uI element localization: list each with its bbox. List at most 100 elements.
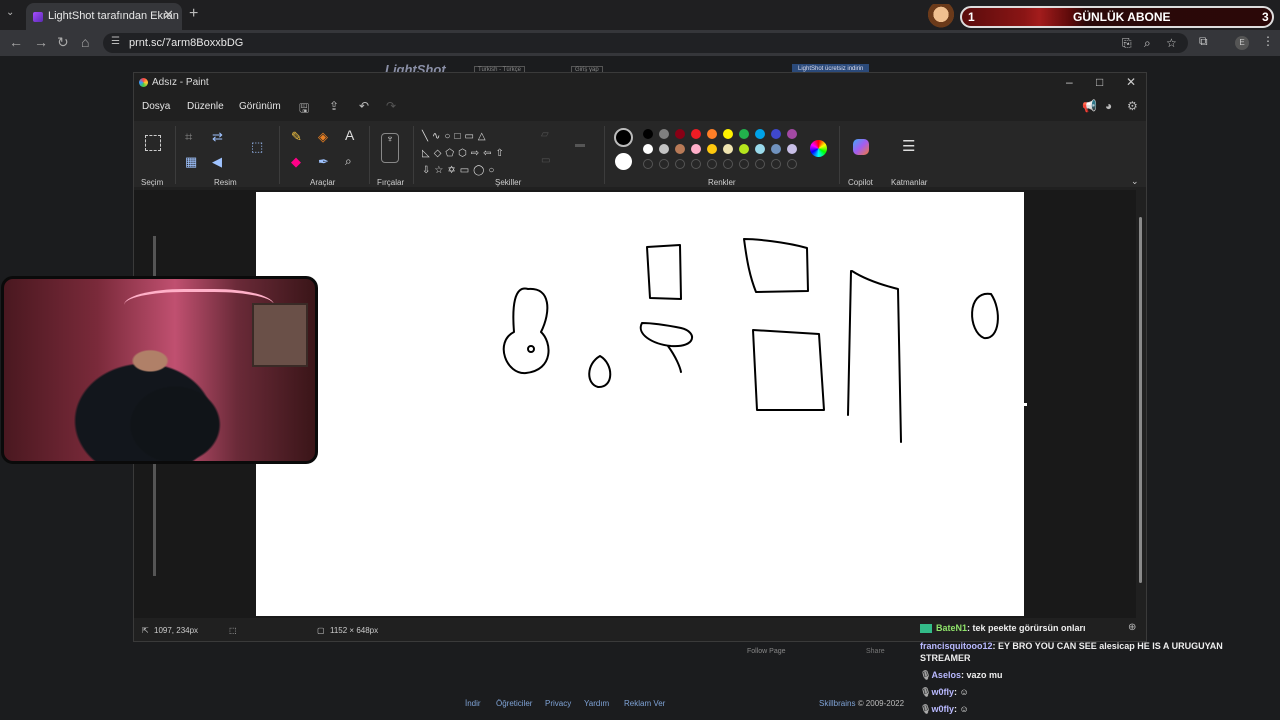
color-swatch[interactable] [659,129,669,139]
address-bar[interactable]: ☰ prnt.sc/7arm8BoxxbDG ⎘ ⌕ ☆ [103,33,1188,53]
magnifier-icon[interactable]: ⌕ [345,154,352,169]
footer-link-download[interactable]: İndir [465,699,481,708]
menu-icon[interactable]: ⋮ [1262,34,1274,48]
fill-icon[interactable]: ▭ [541,155,550,166]
close-icon[interactable]: ✕ [1126,75,1136,89]
extensions-icon[interactable]: ⧉ [1199,34,1208,49]
edit-colors-icon[interactable] [810,140,827,157]
color-swatch[interactable] [675,144,685,154]
drawing-canvas[interactable] [256,192,1024,616]
tab-list-icon[interactable]: ⌄ [6,7,14,18]
rotate-icon[interactable]: ⇄ [212,129,223,145]
selection-tool-icon[interactable] [145,135,161,151]
color-swatch[interactable] [787,129,797,139]
pencil-icon[interactable]: ✎ [291,129,302,145]
color-swatch[interactable] [739,144,749,154]
color-swatch[interactable] [723,129,733,139]
color-swatch[interactable] [755,144,765,154]
color-swatch[interactable] [723,144,733,154]
settings-gear-icon[interactable]: ⚙ [1127,99,1138,113]
outline-icon[interactable]: ▱ [541,129,549,140]
crop-icon[interactable]: ⌗ [185,129,192,145]
reload-icon[interactable]: ↻ [57,34,69,51]
custom-color-slot[interactable] [659,159,669,169]
custom-color-slot[interactable] [691,159,701,169]
redo-icon[interactable]: ↷ [386,99,396,113]
feedback-icon[interactable]: 📢 [1082,99,1097,113]
install-icon[interactable]: ⎘ [1122,36,1132,51]
collapse-ribbon-icon[interactable]: ⌄ [1131,176,1139,187]
custom-color-slot[interactable] [723,159,733,169]
layers-icon[interactable]: ☰ [902,137,915,155]
color-swatch[interactable] [771,144,781,154]
color-swatch[interactable] [787,144,797,154]
account-icon[interactable]: ◕ [1105,99,1112,113]
color-swatch[interactable] [771,129,781,139]
back-icon[interactable]: ← [9,34,23,50]
minimize-icon[interactable]: – [1066,75,1073,89]
brush-icon[interactable]: ♆ [381,133,399,163]
selection-size-icon: ⬚ [229,626,237,635]
vertical-scrollbar[interactable] [1139,195,1144,613]
color-swatch[interactable] [707,144,717,154]
new-tab-icon[interactable]: + [189,5,198,23]
profile-icon[interactable]: E [1235,36,1249,50]
scrollbar-thumb[interactable] [1139,217,1142,583]
footer-link-tutorials[interactable]: Öğreticiler [496,699,532,708]
color-swatch[interactable] [691,129,701,139]
color-swatch[interactable] [643,144,653,154]
home-icon[interactable]: ⌂ [81,34,89,50]
color-swatch[interactable] [691,144,701,154]
image-select-icon[interactable]: ⬚ [251,139,263,155]
line-shape-icon[interactable]: ╲∿○□▭△ [422,131,490,142]
undo-icon[interactable]: ↶ [359,99,369,113]
menu-edit[interactable]: Düzenle [187,101,224,112]
resize-icon[interactable]: ▦ [185,154,197,170]
custom-color-slot[interactable] [787,159,797,169]
share-icon[interactable]: ⇪ [329,99,339,113]
footer-link-privacy[interactable]: Privacy [545,699,571,708]
custom-color-slot[interactable] [739,159,749,169]
flip-icon[interactable]: ◀ [212,154,222,170]
footer-link-advertise[interactable]: Reklam Ver [624,699,665,708]
footer-link-help[interactable]: Yardım [584,699,609,708]
fill-bucket-icon[interactable]: ◈ [318,129,328,145]
custom-color-slot[interactable] [771,159,781,169]
maximize-icon[interactable]: □ [1096,75,1103,89]
browser-tab[interactable]: LightShot tarafından Ekran Görü [26,3,182,30]
bookmark-star-icon[interactable]: ☆ [1166,36,1177,50]
color-swatch[interactable] [643,129,653,139]
follow-page-button[interactable]: Follow Page [747,648,786,655]
color-picker-icon[interactable]: ✒ [318,154,329,170]
shapes-gallery[interactable]: ╲∿○□▭△ ◺◇⬠⬡⇨⇦⇧ ⇩☆✡▭◯○ [422,127,532,178]
site-info-icon[interactable]: ☰ [111,36,120,47]
chat-zoom-icon[interactable]: ⊕ [1128,622,1136,633]
custom-color-slot[interactable] [675,159,685,169]
eraser-icon[interactable]: ◆ [291,154,301,170]
share-button[interactable]: Share [866,648,885,655]
secondary-color-swatch[interactable] [615,153,632,170]
footer-brand-link[interactable]: Skillbrains [819,699,855,708]
color-swatch[interactable] [675,129,685,139]
arrow-shape-icon[interactable]: ⇩☆✡▭◯○ [422,165,498,176]
menu-view[interactable]: Görünüm [239,101,281,112]
primary-color-swatch[interactable] [614,128,633,147]
custom-color-slot[interactable] [643,159,653,169]
color-swatch[interactable] [707,129,717,139]
menu-file[interactable]: Dosya [142,101,170,112]
color-swatch[interactable] [739,129,749,139]
custom-color-slot[interactable] [755,159,765,169]
save-icon[interactable]: 🖫 [299,99,309,120]
copilot-icon[interactable] [853,139,869,155]
custom-color-slot[interactable] [707,159,717,169]
zoom-icon[interactable]: ⌕ [1144,36,1151,51]
polygon-shape-icon[interactable]: ◺◇⬠⬡⇨⇦⇧ [422,148,508,159]
text-tool-icon[interactable]: A [345,127,354,143]
forward-icon[interactable]: → [34,34,48,50]
color-swatch[interactable] [755,129,765,139]
footer-copy-text: © 2009-2022 [855,699,905,708]
color-swatch[interactable] [659,144,669,154]
canvas-resize-handle[interactable] [1024,403,1027,406]
tab-close-icon[interactable]: ✕ [163,7,174,23]
shape-size-icon[interactable]: ▬ [575,139,585,150]
